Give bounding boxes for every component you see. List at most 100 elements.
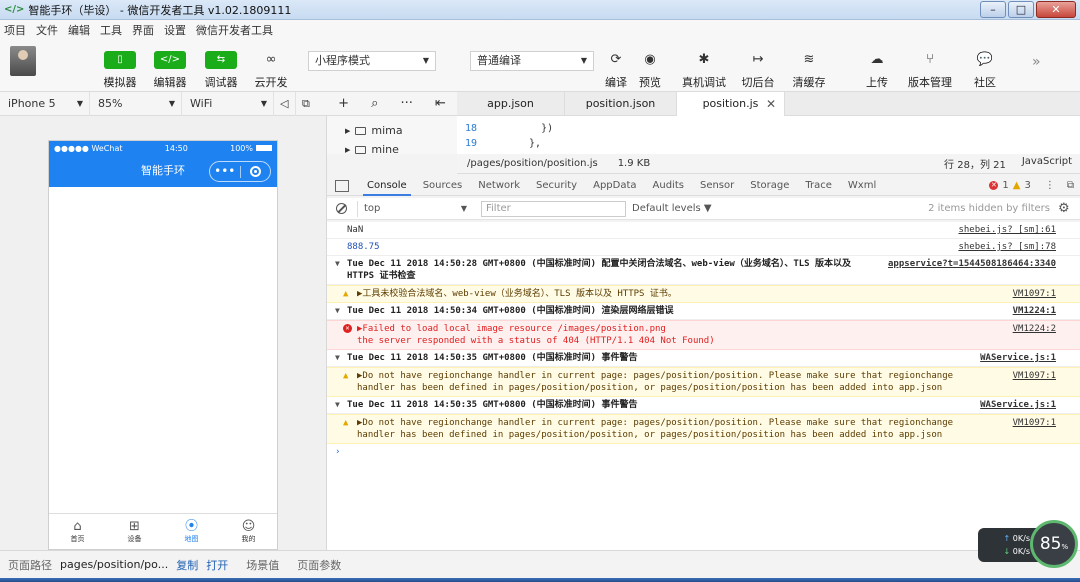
filter-input[interactable]: Filter [481,200,626,217]
simulator-area: ●●●●● WeChat 14:50 100% 智能手环 ••• ⌂ 首页 ⊞ … [0,116,327,550]
preview-button[interactable]: ◉ 预览 [625,51,675,90]
menu-edit[interactable]: 编辑 [68,22,90,38]
log-source-link[interactable]: VM1097:1 [1013,288,1056,300]
copy-link[interactable]: 复制 [176,557,198,573]
log-source-link[interactable]: WAService.js:1 [980,352,1056,364]
status-bar: 页面路径 pages/position/po... 复制 打开 场景值 页面参数 [0,550,1080,578]
kebab-menu-icon[interactable]: ⋮ [1045,180,1055,191]
log-group-header[interactable]: ▼ Tue Dec 11 2018 14:50:35 GMT+0800 (中国标… [327,397,1080,414]
clear-cache-button[interactable]: ≋ 清缓存 [784,51,834,90]
tab-security[interactable]: Security [528,176,585,196]
more-icon[interactable]: ··· [401,96,413,111]
log-message: Tue Dec 11 2018 14:50:28 GMT+0800 (中国标准时… [347,259,852,281]
debugger-button[interactable]: ⇆ 调试器 [196,51,246,90]
menu-settings[interactable]: 设置 [164,22,186,38]
menu-devtools[interactable]: 微信开发者工具 [196,22,273,38]
log-message[interactable]: ▶Do not have regionchange handler in cur… [357,418,953,440]
cpu-gauge[interactable]: 85% [1030,520,1078,568]
zoom-select[interactable]: 85% ▼ [90,91,182,116]
code-editor[interactable]: 18 19 }) }, [457,116,1080,154]
menu-interface[interactable]: 界面 [132,22,154,38]
console-prompt[interactable]: › [327,444,1080,460]
page-params-button[interactable]: 页面参数 [297,557,341,573]
tab-storage[interactable]: Storage [742,176,797,196]
menu-file[interactable]: 文件 [36,22,58,38]
dock-icon[interactable]: ⧉ [1067,180,1074,191]
network-select[interactable]: WiFi ▼ [182,91,274,116]
log-source-link[interactable]: WAService.js:1 [980,399,1056,411]
tab-console[interactable]: Console [359,176,415,196]
add-icon[interactable]: + [338,96,349,111]
inspect-element-icon[interactable] [335,179,349,192]
tab-position-json[interactable]: position.json [565,92,677,116]
upload-button[interactable]: ☁ 上传 [852,51,902,90]
log-source-link[interactable]: shebei.js? [sm]:61 [958,224,1056,236]
collapse-icon[interactable]: ⇤ [435,96,446,111]
menu-project[interactable]: 项目 [4,22,26,38]
log-levels-select[interactable]: Default levels ▼ [632,203,712,214]
tab-position-js[interactable]: position.js ✕ [677,92,785,116]
log-message[interactable]: ▶Do not have regionchange handler in cur… [357,371,953,393]
editor-button[interactable]: </> 编辑器 [145,51,195,90]
tree-folder-mine[interactable]: ▶ mine [345,143,399,154]
simulator-button[interactable]: ▯ 模拟器 [95,51,145,90]
tab-app-json[interactable]: app.json [457,92,565,116]
tab-mine[interactable]: ☺ 我的 [220,514,277,549]
chevron-down-icon: ▼ [335,259,340,268]
cloud-button[interactable]: ∞ 云开发 [246,51,296,90]
log-group-header[interactable]: ▼ Tue Dec 11 2018 14:50:28 GMT+0800 (中国标… [327,256,1080,285]
log-group-header[interactable]: ▼ Tue Dec 11 2018 14:50:34 GMT+0800 (中国标… [327,303,1080,320]
search-icon[interactable]: ⌕ [371,96,378,111]
tab-map[interactable]: ⦿ 地图 [163,514,220,549]
tab-sensor[interactable]: Sensor [692,176,742,196]
minimize-button[interactable]: – [980,1,1006,18]
tab-device[interactable]: ⊞ 设备 [106,514,163,549]
log-group-header[interactable]: ▼ Tue Dec 11 2018 14:50:35 GMT+0800 (中国标… [327,350,1080,367]
tab-home[interactable]: ⌂ 首页 [49,514,106,549]
tab-sources[interactable]: Sources [415,176,471,196]
tree-folder-mima[interactable]: ▶ mima [345,124,403,137]
clear-console-icon[interactable] [336,203,347,214]
volume-icon[interactable]: ◁ [274,91,296,116]
user-avatar[interactable] [10,46,36,76]
log-source-link[interactable]: VM1097:1 [1013,370,1056,382]
log-source-link[interactable]: VM1224:1 [1013,305,1056,317]
log-message[interactable]: ▶工具未校验合法域名、web-view（业务域名）、TLS 版本以及 HTTPS… [357,289,677,299]
tab-network[interactable]: Network [470,176,528,196]
language-mode[interactable]: JavaScript [1022,156,1072,171]
log-source-link[interactable]: shebei.js? [sm]:78 [958,241,1056,253]
mode-select-value: 小程序模式 [315,54,370,67]
compile-mode-select[interactable]: 普通编译 ▼ [470,51,594,71]
tab-audits[interactable]: Audits [645,176,692,196]
background-button[interactable]: ↦ 切后台 [733,51,783,90]
mode-select[interactable]: 小程序模式 ▼ [308,51,436,71]
scene-value-button[interactable]: 场景值 [246,557,279,573]
window-title: 智能手环（毕设） - 微信开发者工具 v1.02.1809111 [28,3,292,17]
tab-appdata[interactable]: AppData [585,176,644,196]
log-source-link[interactable]: appservice?t=1544508186464:3340 [888,258,1056,270]
maximize-button[interactable]: □ [1008,1,1034,18]
warning-count: 3 [1024,180,1031,191]
close-tab-icon[interactable]: ✕ [766,92,776,116]
tab-wxml[interactable]: Wxml [840,176,884,196]
tab-trace[interactable]: Trace [797,176,840,196]
more-dots-icon[interactable]: ••• [210,162,240,181]
issue-counts[interactable]: ✕ 1 ▲ 3 ⋮ ⧉ [989,180,1074,191]
device-select[interactable]: iPhone 5 ▼ [0,91,90,116]
menu-tools[interactable]: 工具 [100,22,122,38]
more-chevron-icon[interactable]: » [1032,54,1041,70]
detach-window-icon[interactable]: ⧉ [296,92,318,116]
version-button[interactable]: ⑂ 版本管理 [905,51,955,90]
remote-debug-button[interactable]: ✱ 真机调试 [679,51,729,90]
log-message[interactable]: ▶Failed to load local image resource /im… [357,323,980,335]
chevron-down-icon: ▼ [335,306,340,315]
context-select[interactable]: top ▼ [357,200,475,217]
open-link[interactable]: 打开 [206,557,228,573]
close-button[interactable]: ✕ [1036,1,1076,18]
cloud-label: 云开发 [254,76,288,89]
close-miniprogram-button[interactable] [241,166,271,177]
gear-icon[interactable]: ⚙ [1058,201,1074,216]
log-source-link[interactable]: VM1097:1 [1013,417,1056,429]
community-button[interactable]: 💬 社区 [960,51,1010,90]
log-source-link[interactable]: VM1224:2 [1013,323,1056,335]
